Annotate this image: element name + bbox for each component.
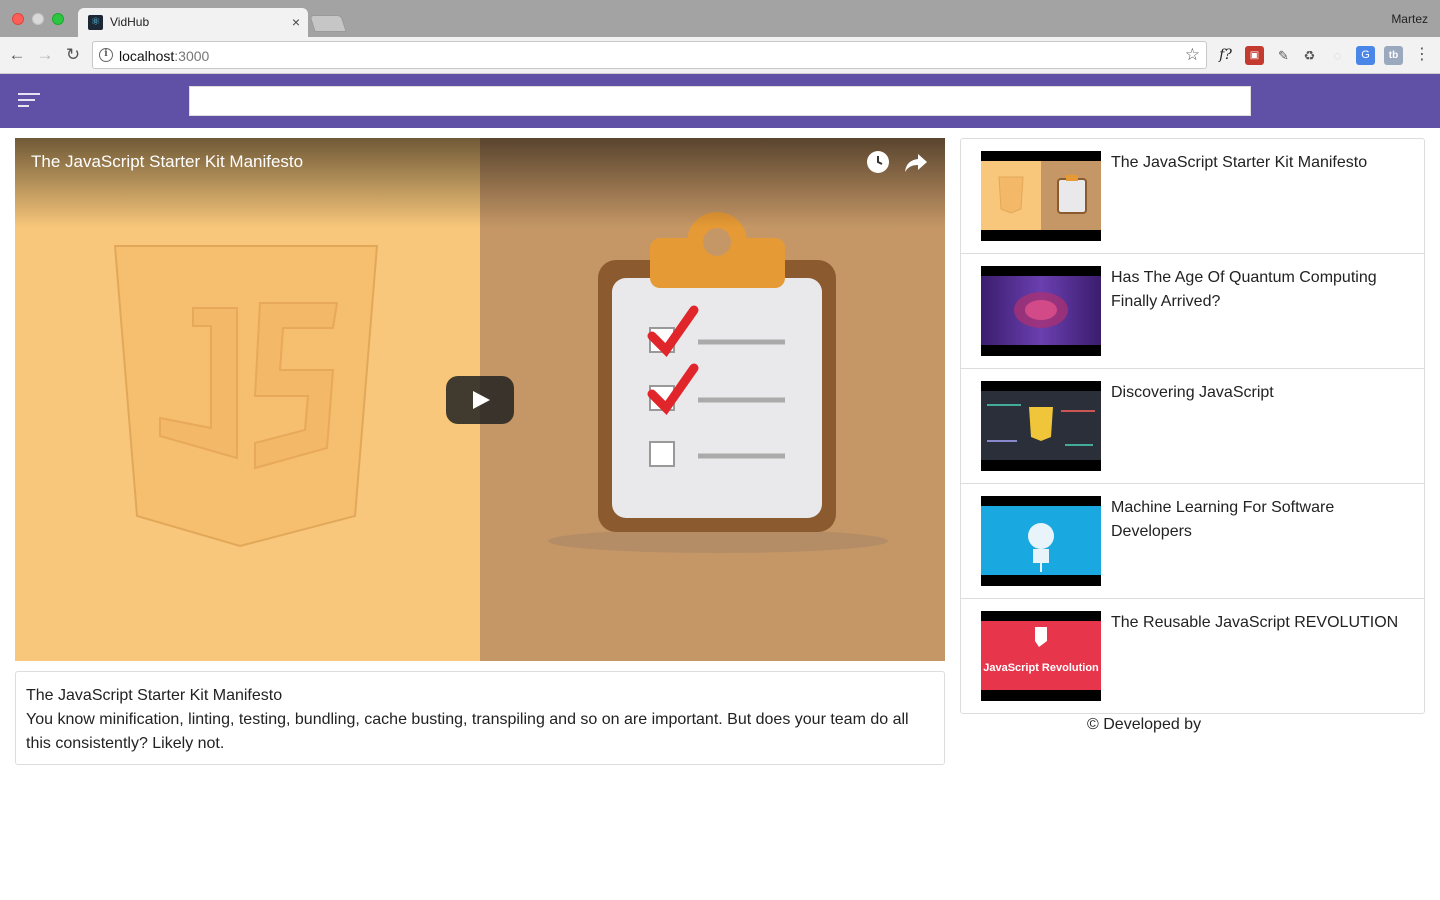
video-title: The JavaScript Starter Kit Manifesto	[26, 687, 283, 704]
translate-extension-icon[interactable]: G	[1356, 46, 1375, 65]
video-list-title[interactable]: The Reusable JavaScript REVOLUTION	[1111, 611, 1411, 635]
video-list: The JavaScript Starter Kit Manifesto Has…	[960, 138, 1425, 714]
share-arrow-icon[interactable]	[903, 149, 929, 175]
discovering-js-thumbnail	[981, 391, 1101, 460]
hamburger-menu-icon[interactable]	[18, 92, 42, 110]
video-info-card: The JavaScript Starter Kit Manifesto You…	[15, 671, 945, 765]
footer-text: © Developed by	[1087, 716, 1202, 733]
tb-extension-icon[interactable]: tb	[1384, 46, 1403, 65]
video-list-item[interactable]: JavaScript Revolution The Reusable JavaS…	[961, 599, 1424, 714]
address-bar[interactable]: i localhost:3000 ☆	[92, 41, 1207, 69]
react-favicon-icon: ⚛	[88, 15, 103, 30]
svg-text:JavaScript Revolution: JavaScript Revolution	[983, 662, 1099, 674]
font-extension-icon[interactable]: f?	[1216, 46, 1235, 65]
browser-tabstrip: ⚛ VidHub × Martez	[0, 0, 1440, 37]
url-port: :3000	[174, 48, 210, 64]
video-thumbnail[interactable]	[981, 151, 1101, 241]
video-list-title[interactable]: The JavaScript Starter Kit Manifesto	[1111, 151, 1411, 175]
js-clipboard-thumbnail	[981, 161, 1101, 230]
pen-extension-icon[interactable]: ✎	[1274, 46, 1293, 65]
video-description: You know minification, linting, testing,…	[26, 711, 909, 752]
browser-toolbar: ← → ↻ i localhost:3000 ☆ f? ▣ ✎ ♻ ◌ G tb…	[0, 37, 1440, 74]
play-button[interactable]	[446, 376, 514, 424]
recycle-extension-icon[interactable]: ♻	[1300, 46, 1319, 65]
video-list-item[interactable]: Discovering JavaScript	[961, 369, 1424, 484]
bookmark-star-icon[interactable]: ☆	[1185, 45, 1200, 65]
browser-menu-icon[interactable]: ⋮	[1413, 45, 1431, 65]
player-title[interactable]: The JavaScript Starter Kit Manifesto	[31, 152, 303, 172]
app-header	[0, 74, 1440, 128]
video-list-item[interactable]: Has The Age Of Quantum Computing Finally…	[961, 254, 1424, 369]
video-thumbnail[interactable]	[981, 266, 1101, 356]
js-revolution-thumbnail: JavaScript Revolution	[981, 621, 1101, 690]
red-extension-icon[interactable]: ▣	[1245, 46, 1264, 65]
video-list-item[interactable]: Machine Learning For Software Developers	[961, 484, 1424, 599]
back-arrow-icon[interactable]: ←	[6, 44, 28, 66]
video-list-item[interactable]: The JavaScript Starter Kit Manifesto	[961, 139, 1424, 254]
thumbnail-caption: JavaScript Revolution	[983, 662, 1099, 674]
close-window-button[interactable]	[12, 13, 24, 25]
info-icon[interactable]: i	[99, 48, 113, 62]
new-tab-button[interactable]	[309, 15, 347, 32]
search-input[interactable]	[189, 86, 1251, 116]
profile-name[interactable]: Martez	[1391, 12, 1428, 26]
url-text[interactable]: localhost:3000	[119, 48, 209, 64]
video-thumbnail[interactable]: JavaScript Revolution	[981, 611, 1101, 701]
minimize-window-button[interactable]	[32, 13, 44, 25]
circle-extension-icon[interactable]: ◌	[1328, 46, 1347, 65]
url-host: localhost	[119, 48, 175, 64]
video-list-title[interactable]: Has The Age Of Quantum Computing Finally…	[1111, 266, 1411, 314]
video-list-title[interactable]: Machine Learning For Software Developers	[1111, 496, 1411, 544]
machine-learning-thumbnail	[981, 506, 1101, 575]
maximize-window-button[interactable]	[52, 13, 64, 25]
reload-icon[interactable]: ↻	[62, 44, 84, 66]
tab-close-icon[interactable]: ×	[292, 14, 300, 30]
browser-tab[interactable]: ⚛ VidHub ×	[78, 8, 308, 37]
quantum-thumbnail	[981, 276, 1101, 345]
video-player[interactable]: The JavaScript Starter Kit Manifesto	[15, 138, 945, 661]
video-thumbnail[interactable]	[981, 496, 1101, 586]
forward-arrow-icon[interactable]: →	[34, 44, 56, 66]
clock-icon[interactable]	[867, 151, 889, 173]
video-thumbnail[interactable]	[981, 381, 1101, 471]
video-list-title[interactable]: Discovering JavaScript	[1111, 381, 1411, 405]
tab-title: VidHub	[110, 15, 150, 29]
